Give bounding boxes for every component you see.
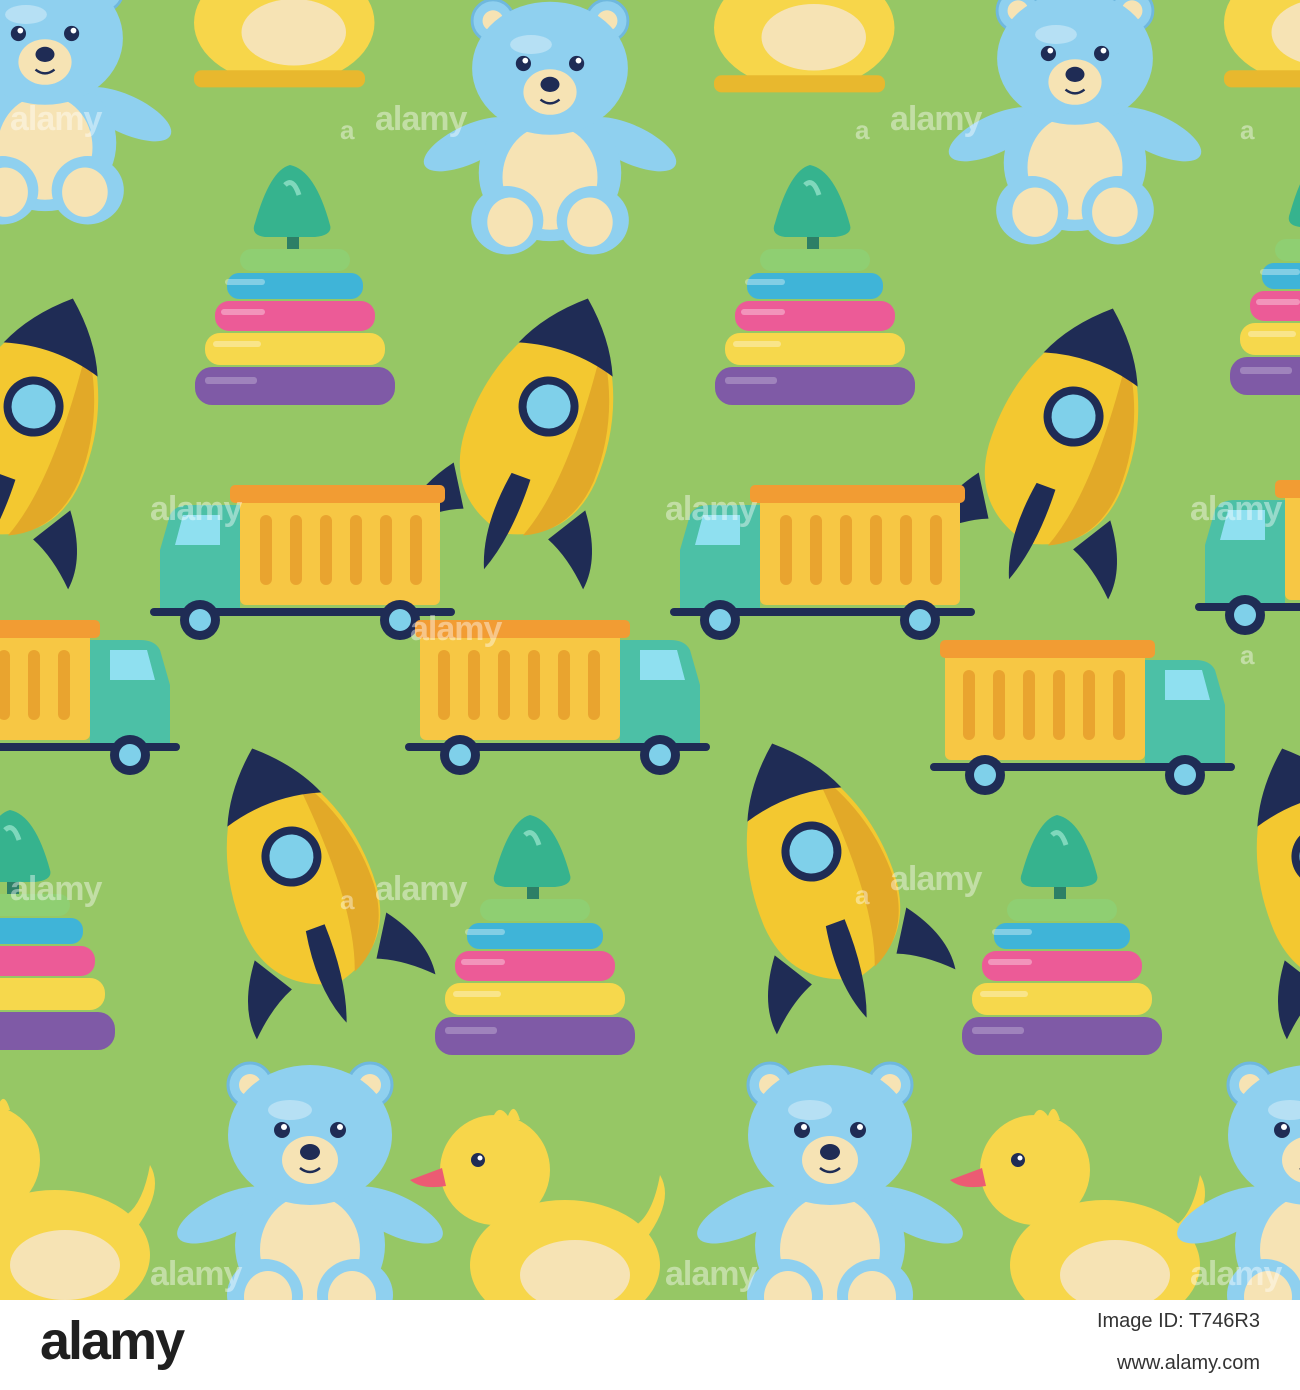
toy-pattern-image: alamy alamy alamy alamy alamy alamy alam… [0, 0, 1300, 1300]
rocket-icon [682, 710, 962, 1049]
alamy-logo: alamy [40, 1311, 185, 1371]
stacking-rings-icon [435, 815, 635, 1055]
rocket-icon [398, 265, 678, 604]
stacking-rings-icon [1230, 155, 1300, 395]
rubber-duck-icon [657, 0, 900, 93]
stacking-rings-icon [0, 810, 115, 1050]
rocket-icon [923, 275, 1203, 614]
teddy-bear-icon [0, 0, 180, 226]
teddy-bear-icon [940, 0, 1210, 246]
teddy-bear-icon [687, 1061, 973, 1300]
rocket-icon [0, 265, 163, 604]
teddy-bear-icon [415, 0, 685, 256]
stacking-rings-icon [715, 165, 915, 405]
stacking-rings-icon [962, 815, 1162, 1055]
rocket-icon [162, 715, 442, 1054]
rubber-duck-icon [1167, 0, 1300, 88]
teddy-bear-icon [167, 1061, 453, 1300]
dump-truck-icon [405, 620, 710, 775]
rubber-duck-icon [950, 1108, 1205, 1300]
dump-truck-icon [930, 640, 1235, 795]
rubber-duck-icon [410, 1108, 665, 1300]
rubber-duck-icon [0, 1098, 155, 1300]
toy-pattern-svg [0, 0, 1300, 1300]
dump-truck-icon [1195, 480, 1300, 635]
dump-truck-icon [670, 485, 975, 640]
footer-bar: alamy Image ID: T746R3 www.alamy.com [0, 1300, 1300, 1390]
stacking-rings-icon [195, 165, 395, 405]
image-id-label: Image ID: T746R3 [1096, 1310, 1260, 1332]
site-url: www.alamy.com [1117, 1352, 1260, 1374]
rubber-duck-icon [137, 0, 380, 88]
dump-truck-icon [150, 485, 455, 640]
dump-truck-icon [0, 620, 180, 775]
